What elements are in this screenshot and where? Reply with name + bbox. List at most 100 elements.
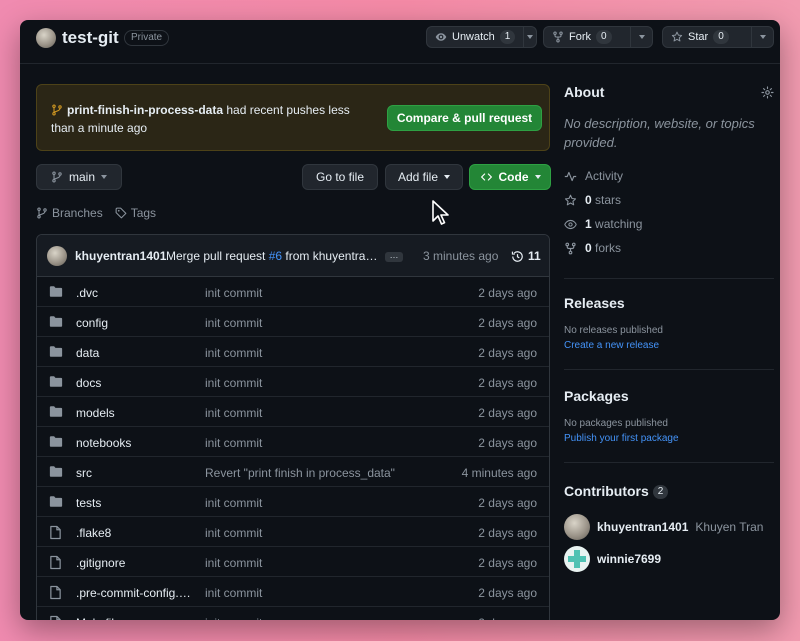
file-name[interactable]: config	[76, 316, 194, 330]
watching-link[interactable]: 1 watching	[564, 212, 774, 236]
file-commit-message[interactable]: Revert "print finish in process_data"	[205, 466, 395, 480]
compare-pull-request-button[interactable]: Compare & pull request	[387, 105, 542, 131]
file-name[interactable]: Makefile	[76, 616, 194, 620]
file-commit-message[interactable]: init commit	[205, 496, 262, 510]
branches-link[interactable]: Branches	[36, 206, 103, 220]
file-row[interactable]: .dvc init commit 2 days ago	[37, 277, 549, 307]
commit-author[interactable]: khuyentran1401	[75, 249, 166, 263]
file-row[interactable]: src Revert "print finish in process_data"…	[37, 457, 549, 487]
file-row[interactable]: tests init commit 2 days ago	[37, 487, 549, 517]
file-row[interactable]: models init commit 2 days ago	[37, 397, 549, 427]
file-name[interactable]: .gitignore	[76, 556, 194, 570]
code-button[interactable]: Code	[469, 164, 551, 190]
file-name[interactable]: notebooks	[76, 436, 194, 450]
file-row[interactable]: .pre-commit-config.yaml init commit 2 days…	[37, 577, 549, 607]
file-commit-time: 2 days ago	[478, 376, 537, 390]
tags-link[interactable]: Tags	[115, 206, 156, 220]
file-name[interactable]: .dvc	[76, 286, 194, 300]
repo-sidebar: About No description, website, or topics…	[564, 84, 774, 575]
divider	[564, 278, 774, 279]
file-list: .dvc init commit 2 days ago config init comm…	[37, 277, 549, 620]
file-commit-message[interactable]: init commit	[205, 286, 262, 300]
unwatch-button[interactable]: Unwatch 1	[426, 26, 537, 48]
file-row[interactable]: Makefile init commit 2 days ago	[37, 607, 549, 620]
branch-selector[interactable]: main	[36, 164, 122, 190]
file-commit-time: 4 minutes ago	[461, 466, 537, 480]
file-row[interactable]: data init commit 2 days ago	[37, 337, 549, 367]
folder-icon	[49, 316, 63, 327]
repo-header: test-git Private Unwatch 1 Fork 0 Star 0	[20, 20, 780, 64]
file-commit-message[interactable]: init commit	[205, 406, 262, 420]
activity-link[interactable]: Activity	[564, 164, 774, 188]
file-commit-time: 2 days ago	[478, 616, 537, 620]
file-name[interactable]: src	[76, 466, 194, 480]
fork-dropdown[interactable]	[630, 27, 652, 47]
forks-count: 0	[585, 241, 592, 255]
stars-link[interactable]: 0 stars	[564, 188, 774, 212]
contributor-item[interactable]: winnie7699	[564, 543, 774, 575]
file-name[interactable]: models	[76, 406, 194, 420]
file-name[interactable]: docs	[76, 376, 194, 390]
fork-count: 0	[596, 30, 612, 44]
file-row[interactable]: notebooks init commit 2 days ago	[37, 427, 549, 457]
releases-title[interactable]: Releases	[564, 295, 774, 311]
file-commit-message[interactable]: init commit	[205, 586, 262, 600]
commit-message[interactable]: Merge pull request #6 from khuyentran140…	[166, 249, 378, 263]
repo-owner-avatar[interactable]	[36, 28, 56, 48]
file-icon-wrap	[49, 615, 62, 620]
folder-icon	[49, 286, 63, 297]
file-commit-message[interactable]: init commit	[205, 346, 262, 360]
gear-icon[interactable]	[761, 86, 774, 99]
contributors-heading[interactable]: Contributors 2	[564, 483, 774, 499]
about-section: About No description, website, or topics…	[564, 84, 774, 260]
file-commit-time: 2 days ago	[478, 586, 537, 600]
commit-history-link[interactable]: 11	[511, 249, 541, 263]
star-icon	[564, 194, 577, 205]
branch-name: main	[68, 170, 95, 184]
file-commit-message[interactable]: init commit	[205, 526, 262, 540]
file-row[interactable]: .flake8 init commit 2 days ago	[37, 517, 549, 547]
repo-name[interactable]: test-git	[62, 28, 119, 48]
add-file-button[interactable]: Add file	[385, 164, 463, 190]
file-row[interactable]: docs init commit 2 days ago	[37, 367, 549, 397]
contributor-item[interactable]: khuyentran1401 Khuyen Tran	[564, 511, 774, 543]
fork-button[interactable]: Fork 0	[543, 26, 653, 48]
file-icon-wrap	[49, 555, 62, 573]
packages-title[interactable]: Packages	[564, 388, 774, 404]
branch-icon	[52, 104, 62, 116]
star-dropdown[interactable]	[751, 27, 773, 47]
file-name[interactable]: .flake8	[76, 526, 194, 540]
banner-text: print-finish-in-process-data had recent …	[51, 101, 361, 137]
file-name[interactable]: tests	[76, 496, 194, 510]
go-to-file-button[interactable]: Go to file	[302, 164, 378, 190]
folder-icon-wrap	[49, 435, 63, 451]
file-commit-message[interactable]: init commit	[205, 316, 262, 330]
star-button[interactable]: Star 0	[662, 26, 774, 48]
publish-package-link[interactable]: Publish your first package	[564, 433, 774, 444]
stars-label: stars	[591, 193, 622, 207]
commit-pr-link[interactable]: #6	[269, 249, 282, 263]
folder-icon	[49, 406, 63, 417]
file-row[interactable]: config init commit 2 days ago	[37, 307, 549, 337]
visibility-badge: Private	[124, 30, 170, 46]
banner-branch-name[interactable]: print-finish-in-process-data	[67, 103, 223, 117]
file-row[interactable]: .gitignore init commit 2 days ago	[37, 547, 549, 577]
expand-commit-button[interactable]: …	[385, 251, 403, 262]
file-commit-message[interactable]: init commit	[205, 376, 262, 390]
file-commit-message[interactable]: init commit	[205, 436, 262, 450]
branch-icon	[37, 207, 47, 219]
file-commit-message[interactable]: init commit	[205, 616, 262, 620]
chevron-down-icon	[101, 175, 107, 179]
create-release-link[interactable]: Create a new release	[564, 340, 774, 351]
file-name[interactable]: data	[76, 346, 194, 360]
divider	[564, 369, 774, 370]
forks-link[interactable]: 0 forks	[564, 236, 774, 260]
about-title: About	[564, 84, 605, 100]
file-commit-message[interactable]: init commit	[205, 556, 262, 570]
contributor-login: winnie7699	[597, 552, 662, 566]
star-label: Star	[688, 31, 709, 43]
watch-dropdown[interactable]	[523, 27, 536, 47]
file-name[interactable]: .pre-commit-config.yaml	[76, 586, 194, 600]
commit-author-avatar[interactable]	[47, 246, 67, 266]
contributor-login: khuyentran1401	[597, 520, 689, 534]
